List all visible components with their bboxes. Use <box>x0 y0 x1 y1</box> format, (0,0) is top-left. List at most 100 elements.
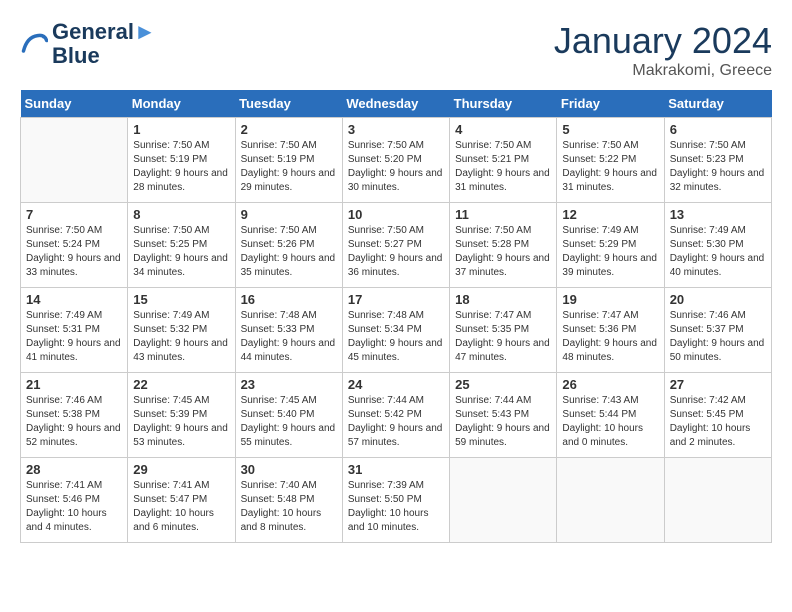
day-number: 17 <box>348 292 444 307</box>
calendar-cell: 6 Sunrise: 7:50 AMSunset: 5:23 PMDaylight… <box>664 118 771 203</box>
calendar-cell: 1 Sunrise: 7:50 AMSunset: 5:19 PMDaylight… <box>128 118 235 203</box>
title-area: January 2024 Makrakomi, Greece <box>554 20 772 80</box>
day-info: Sunrise: 7:50 AMSunset: 5:26 PMDaylight:… <box>241 224 337 280</box>
calendar-cell: 2 Sunrise: 7:50 AMSunset: 5:19 PMDaylight… <box>235 118 342 203</box>
day-number: 7 <box>26 207 122 222</box>
calendar-cell: 31 Sunrise: 7:39 AMSunset: 5:50 PMDayligh… <box>342 458 449 543</box>
calendar-cell <box>21 118 128 203</box>
day-info: Sunrise: 7:46 AMSunset: 5:37 PMDaylight:… <box>670 309 766 365</box>
day-number: 4 <box>455 122 551 137</box>
day-number: 8 <box>133 207 229 222</box>
day-number: 23 <box>241 377 337 392</box>
location: Makrakomi, Greece <box>554 62 772 80</box>
col-header-wednesday: Wednesday <box>342 90 449 118</box>
day-info: Sunrise: 7:50 AMSunset: 5:21 PMDaylight:… <box>455 139 551 195</box>
day-number: 6 <box>670 122 766 137</box>
day-info: Sunrise: 7:42 AMSunset: 5:45 PMDaylight:… <box>670 394 766 450</box>
calendar-cell: 4 Sunrise: 7:50 AMSunset: 5:21 PMDaylight… <box>450 118 557 203</box>
calendar-cell: 7Sunrise: 7:50 AMSunset: 5:24 PMDaylight… <box>21 203 128 288</box>
calendar-cell: 19 Sunrise: 7:47 AMSunset: 5:36 PMDayligh… <box>557 288 664 373</box>
calendar-cell: 13 Sunrise: 7:49 AMSunset: 5:30 PMDayligh… <box>664 203 771 288</box>
day-number: 2 <box>241 122 337 137</box>
day-info: Sunrise: 7:49 AMSunset: 5:32 PMDaylight:… <box>133 309 229 365</box>
day-number: 1 <box>133 122 229 137</box>
calendar-cell: 18Sunrise: 7:47 AMSunset: 5:35 PMDayligh… <box>450 288 557 373</box>
calendar-cell: 5 Sunrise: 7:50 AMSunset: 5:22 PMDaylight… <box>557 118 664 203</box>
day-number: 29 <box>133 462 229 477</box>
day-info: Sunrise: 7:45 AMSunset: 5:39 PMDaylight:… <box>133 394 229 450</box>
calendar-week-row: 28 Sunrise: 7:41 AMSunset: 5:46 PMDayligh… <box>21 458 772 543</box>
logo: General► Blue <box>20 20 156 68</box>
day-info: Sunrise: 7:46 AMSunset: 5:38 PMDaylight:… <box>26 394 122 450</box>
col-header-saturday: Saturday <box>664 90 771 118</box>
calendar-cell: 10 Sunrise: 7:50 AMSunset: 5:27 PMDayligh… <box>342 203 449 288</box>
calendar-cell: 22Sunrise: 7:45 AMSunset: 5:39 PMDayligh… <box>128 373 235 458</box>
day-info: Sunrise: 7:40 AMSunset: 5:48 PMDaylight:… <box>241 479 337 535</box>
day-number: 27 <box>670 377 766 392</box>
day-info: Sunrise: 7:43 AMSunset: 5:44 PMDaylight:… <box>562 394 658 450</box>
day-info: Sunrise: 7:50 AMSunset: 5:23 PMDaylight:… <box>670 139 766 195</box>
col-header-monday: Monday <box>128 90 235 118</box>
calendar-cell: 26Sunrise: 7:43 AMSunset: 5:44 PMDayligh… <box>557 373 664 458</box>
day-number: 21 <box>26 377 122 392</box>
day-number: 20 <box>670 292 766 307</box>
calendar-cell: 9 Sunrise: 7:50 AMSunset: 5:26 PMDaylight… <box>235 203 342 288</box>
col-header-sunday: Sunday <box>21 90 128 118</box>
col-header-thursday: Thursday <box>450 90 557 118</box>
calendar-cell: 28 Sunrise: 7:41 AMSunset: 5:46 PMDayligh… <box>21 458 128 543</box>
day-number: 19 <box>562 292 658 307</box>
calendar-cell: 8Sunrise: 7:50 AMSunset: 5:25 PMDaylight… <box>128 203 235 288</box>
calendar-cell: 17 Sunrise: 7:48 AMSunset: 5:34 PMDayligh… <box>342 288 449 373</box>
day-number: 24 <box>348 377 444 392</box>
col-header-tuesday: Tuesday <box>235 90 342 118</box>
calendar-table: SundayMondayTuesdayWednesdayThursdayFrid… <box>20 90 772 543</box>
calendar-cell: 27 Sunrise: 7:42 AMSunset: 5:45 PMDayligh… <box>664 373 771 458</box>
calendar-cell: 21 Sunrise: 7:46 AMSunset: 5:38 PMDayligh… <box>21 373 128 458</box>
calendar-cell: 29Sunrise: 7:41 AMSunset: 5:47 PMDayligh… <box>128 458 235 543</box>
day-info: Sunrise: 7:50 AMSunset: 5:19 PMDaylight:… <box>241 139 337 195</box>
day-number: 9 <box>241 207 337 222</box>
day-info: Sunrise: 7:50 AMSunset: 5:22 PMDaylight:… <box>562 139 658 195</box>
day-number: 28 <box>26 462 122 477</box>
day-number: 25 <box>455 377 551 392</box>
day-info: Sunrise: 7:41 AMSunset: 5:46 PMDaylight:… <box>26 479 122 535</box>
calendar-cell: 24Sunrise: 7:44 AMSunset: 5:42 PMDayligh… <box>342 373 449 458</box>
calendar-cell: 23Sunrise: 7:45 AMSunset: 5:40 PMDayligh… <box>235 373 342 458</box>
calendar-cell <box>557 458 664 543</box>
calendar-cell: 11Sunrise: 7:50 AMSunset: 5:28 PMDayligh… <box>450 203 557 288</box>
day-info: Sunrise: 7:49 AMSunset: 5:30 PMDaylight:… <box>670 224 766 280</box>
day-number: 13 <box>670 207 766 222</box>
calendar-cell: 20 Sunrise: 7:46 AMSunset: 5:37 PMDayligh… <box>664 288 771 373</box>
month-title: January 2024 <box>554 20 772 62</box>
calendar-week-row: 1 Sunrise: 7:50 AMSunset: 5:19 PMDaylight… <box>21 118 772 203</box>
day-number: 3 <box>348 122 444 137</box>
day-number: 5 <box>562 122 658 137</box>
calendar-cell: 3 Sunrise: 7:50 AMSunset: 5:20 PMDaylight… <box>342 118 449 203</box>
day-number: 10 <box>348 207 444 222</box>
day-info: Sunrise: 7:50 AMSunset: 5:27 PMDaylight:… <box>348 224 444 280</box>
day-info: Sunrise: 7:39 AMSunset: 5:50 PMDaylight:… <box>348 479 444 535</box>
day-number: 14 <box>26 292 122 307</box>
day-number: 31 <box>348 462 444 477</box>
day-info: Sunrise: 7:48 AMSunset: 5:34 PMDaylight:… <box>348 309 444 365</box>
day-info: Sunrise: 7:50 AMSunset: 5:20 PMDaylight:… <box>348 139 444 195</box>
day-number: 30 <box>241 462 337 477</box>
logo-icon <box>20 30 48 58</box>
day-info: Sunrise: 7:49 AMSunset: 5:29 PMDaylight:… <box>562 224 658 280</box>
day-number: 16 <box>241 292 337 307</box>
calendar-cell: 15Sunrise: 7:49 AMSunset: 5:32 PMDayligh… <box>128 288 235 373</box>
day-info: Sunrise: 7:49 AMSunset: 5:31 PMDaylight:… <box>26 309 122 365</box>
day-info: Sunrise: 7:50 AMSunset: 5:19 PMDaylight:… <box>133 139 229 195</box>
day-number: 18 <box>455 292 551 307</box>
calendar-cell <box>450 458 557 543</box>
day-info: Sunrise: 7:47 AMSunset: 5:36 PMDaylight:… <box>562 309 658 365</box>
calendar-cell: 25Sunrise: 7:44 AMSunset: 5:43 PMDayligh… <box>450 373 557 458</box>
day-number: 11 <box>455 207 551 222</box>
day-info: Sunrise: 7:48 AMSunset: 5:33 PMDaylight:… <box>241 309 337 365</box>
logo-text: General► Blue <box>52 20 156 68</box>
calendar-cell: 12Sunrise: 7:49 AMSunset: 5:29 PMDayligh… <box>557 203 664 288</box>
calendar-week-row: 7Sunrise: 7:50 AMSunset: 5:24 PMDaylight… <box>21 203 772 288</box>
calendar-header-row: SundayMondayTuesdayWednesdayThursdayFrid… <box>21 90 772 118</box>
page-header: General► Blue January 2024 Makrakomi, Gr… <box>20 20 772 80</box>
calendar-cell <box>664 458 771 543</box>
